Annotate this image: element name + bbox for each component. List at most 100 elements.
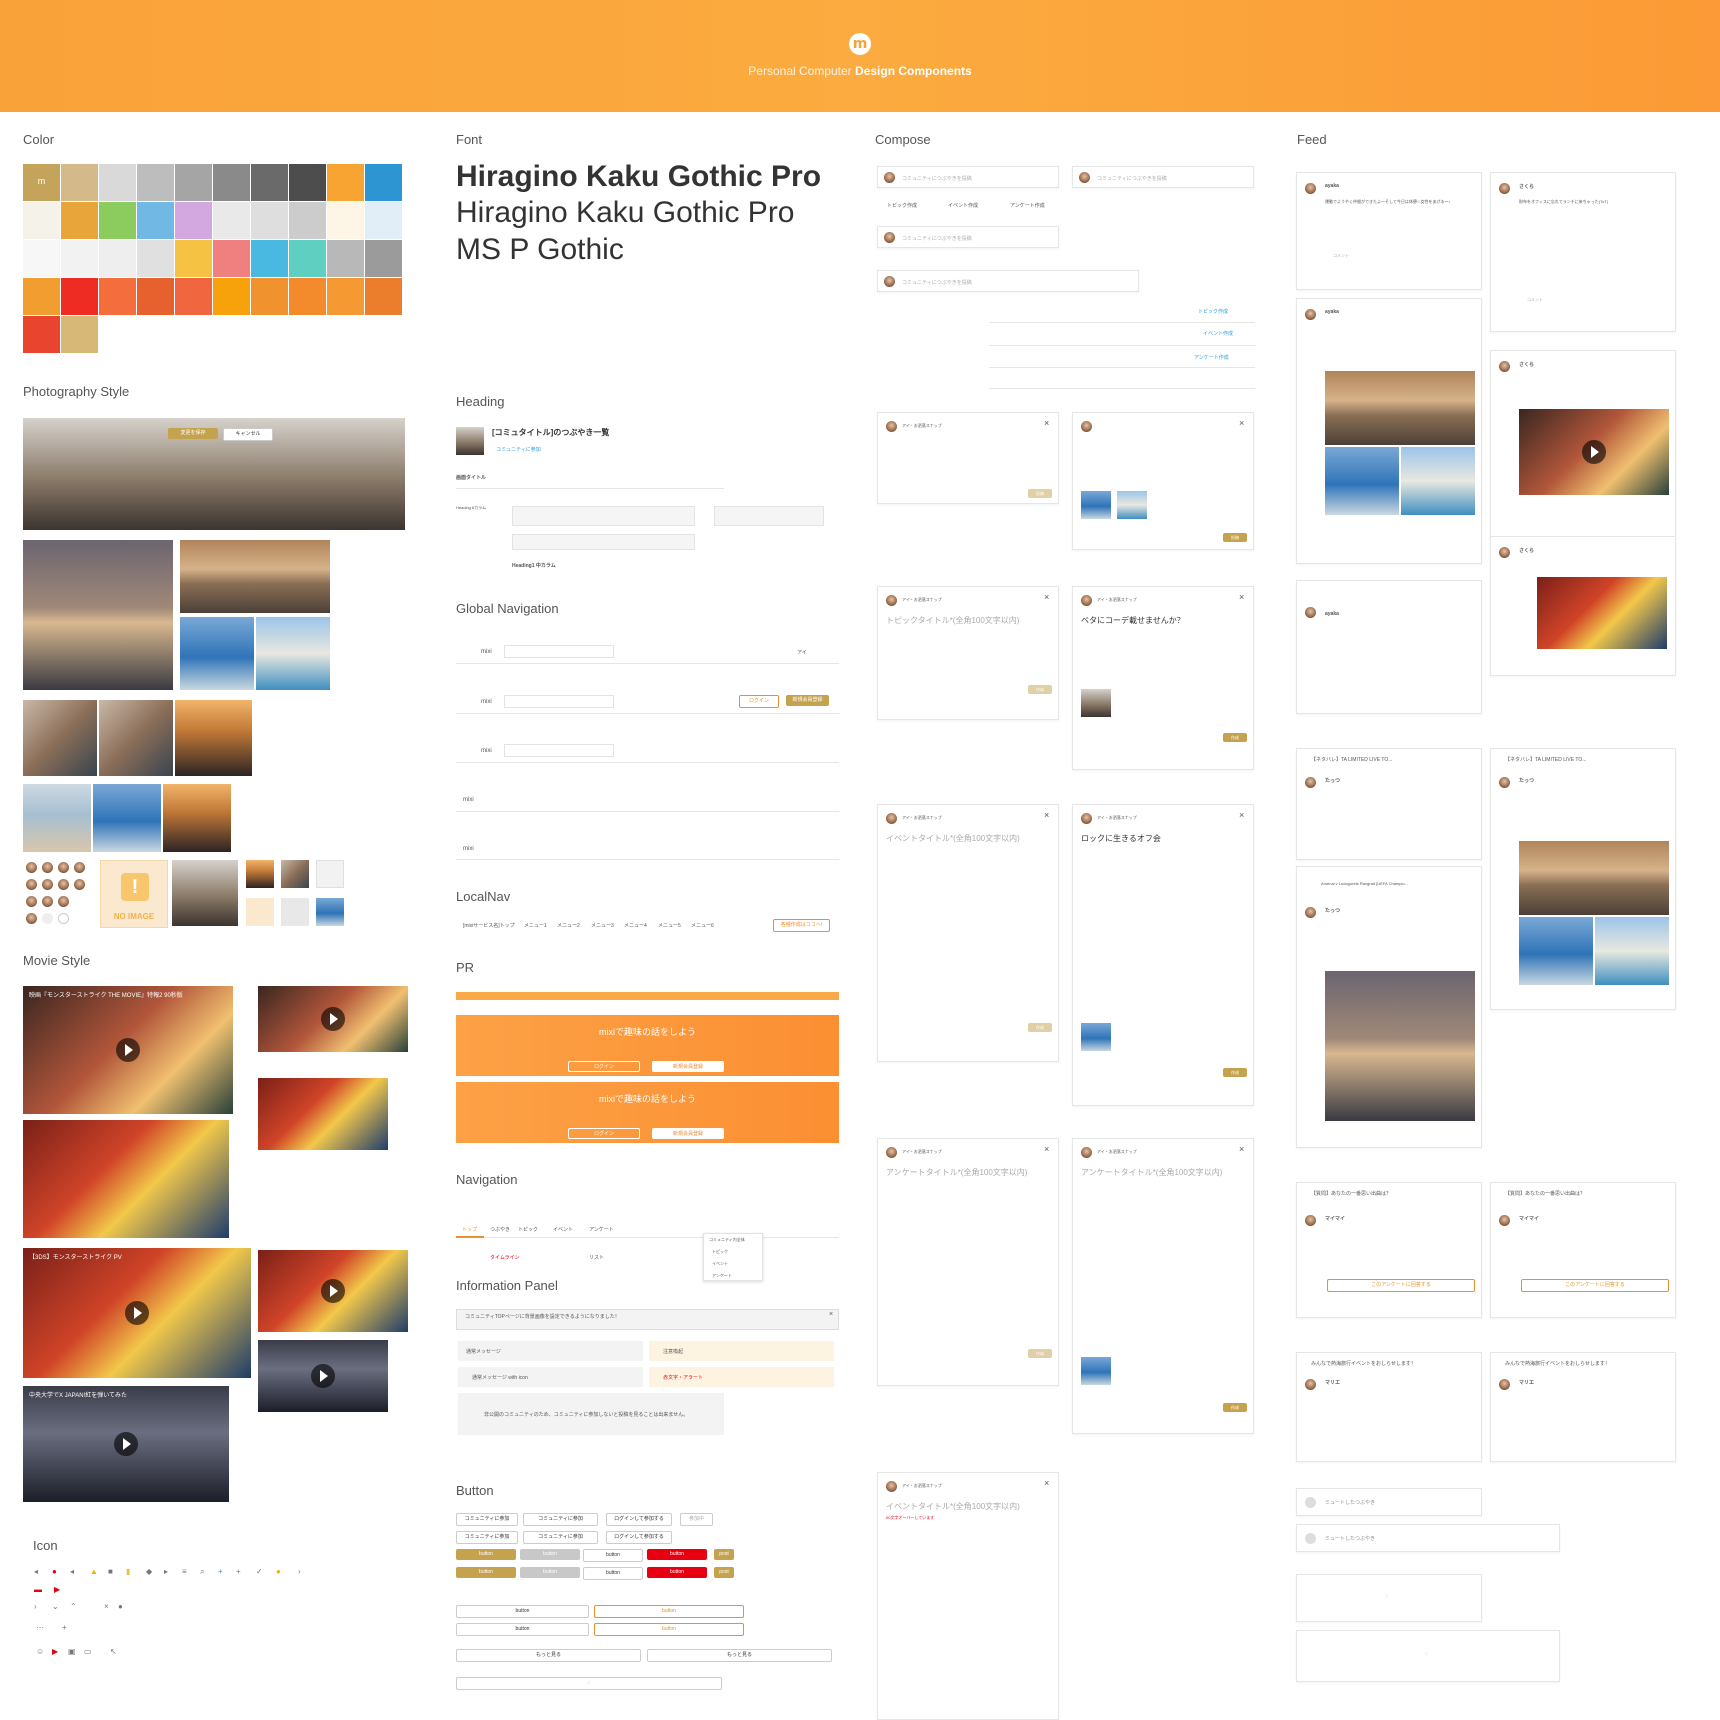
post-author[interactable]: マイマイ xyxy=(1519,1215,1539,1222)
join-community-button[interactable]: コミュニティに参加 xyxy=(456,1531,518,1544)
post-button[interactable]: 投稿 xyxy=(1223,533,1247,542)
event-title-placeholder[interactable]: イベントタイトル*(全角100文字以内) xyxy=(886,833,1020,844)
play-icon[interactable] xyxy=(311,1364,335,1388)
create-topic-link[interactable]: トピック作成 xyxy=(887,202,917,209)
post-author[interactable]: ayaka xyxy=(1325,611,1339,617)
nav-tab-event[interactable]: イベント xyxy=(553,1226,573,1233)
close-icon[interactable]: × xyxy=(1044,592,1049,602)
post-author[interactable]: たっつ xyxy=(1325,777,1340,784)
compose-input[interactable]: コミュニティにつぶやきを投稿 xyxy=(877,270,1139,292)
close-icon[interactable]: × xyxy=(1239,592,1244,602)
post-photo[interactable] xyxy=(1519,841,1669,915)
play-icon[interactable] xyxy=(321,1279,345,1303)
post-author[interactable]: マイマイ xyxy=(1325,1215,1345,1222)
primary-button[interactable]: button xyxy=(456,1567,516,1578)
post-video[interactable] xyxy=(1519,409,1669,495)
pr-register-button[interactable]: 新規会員登録 xyxy=(652,1061,724,1072)
join-community-button[interactable]: コミュニティに参加 xyxy=(523,1531,598,1544)
default-button[interactable]: button xyxy=(583,1567,643,1580)
local-nav-item[interactable]: メニュー3 xyxy=(591,922,614,929)
announcement-title[interactable]: みんなで熱海旅行イベントをおしらせします！ xyxy=(1505,1360,1610,1367)
create-button[interactable]: 作成 xyxy=(1223,733,1247,742)
close-icon[interactable]: × xyxy=(1044,418,1049,428)
compose-input[interactable]: コミュニティにつぶやきを投稿 xyxy=(1072,166,1254,188)
create-button[interactable]: 作成 xyxy=(1223,1403,1247,1412)
create-button[interactable]: 作成 xyxy=(1028,1023,1052,1032)
joined-button[interactable]: 参加中 xyxy=(680,1513,713,1526)
nav-tab-top[interactable]: トップ xyxy=(462,1226,477,1233)
answer-survey-button[interactable]: このアンケートに回答する xyxy=(1521,1279,1669,1292)
event-title[interactable]: Arsenal v Ludogorets Razgrad [UEFA Champ… xyxy=(1321,881,1408,886)
join-community-link[interactable]: コミュニティに参加 xyxy=(496,446,541,453)
close-icon[interactable]: × xyxy=(1239,810,1244,820)
local-nav-item[interactable]: メニュー5 xyxy=(658,922,681,929)
announcement-title[interactable]: みんなで熱海旅行イベントをおしらせします！ xyxy=(1311,1360,1416,1367)
create-event-link[interactable]: イベント作成 xyxy=(1203,330,1233,337)
post-button[interactable]: 投稿 xyxy=(1028,489,1052,498)
close-icon[interactable]: × xyxy=(1239,418,1244,428)
list-tab[interactable]: リスト xyxy=(589,1254,604,1261)
post-photo[interactable] xyxy=(1325,447,1399,515)
wide-button[interactable]: button xyxy=(456,1605,589,1618)
pr-login-button[interactable]: ログイン xyxy=(568,1061,640,1072)
play-icon[interactable] xyxy=(1582,440,1606,464)
search-scope-dropdown[interactable]: コミュニティ内全体 トピック イベント アンケート xyxy=(703,1233,763,1281)
wide-outline-button[interactable]: button xyxy=(594,1623,744,1636)
topic-title-placeholder[interactable]: トピックタイトル*(全角100文字以内) xyxy=(886,615,1019,626)
play-icon[interactable] xyxy=(116,1038,140,1062)
wide-button[interactable]: button xyxy=(456,1623,589,1636)
dropdown-option[interactable]: イベント xyxy=(704,1258,762,1270)
nav-brand[interactable]: mixi xyxy=(481,699,492,705)
play-icon[interactable] xyxy=(321,1007,345,1031)
post-author[interactable]: たっつ xyxy=(1325,907,1340,914)
topic-title[interactable]: ベタにコーデ載せませんか？ xyxy=(1081,615,1185,626)
nav-tab-survey[interactable]: アンケート xyxy=(589,1226,614,1233)
play-icon[interactable] xyxy=(125,1301,149,1325)
join-community-button[interactable]: コミュニティに参加 xyxy=(523,1513,598,1526)
survey-title-placeholder[interactable]: アンケートタイトル*(全角100文字以内) xyxy=(1081,1167,1222,1178)
nav-brand[interactable]: mixi xyxy=(463,797,474,803)
close-icon[interactable]: × xyxy=(1044,1478,1049,1488)
close-icon[interactable]: × xyxy=(1044,1144,1049,1154)
nav-search-input[interactable] xyxy=(504,695,614,708)
loading-button[interactable]: ◌ xyxy=(456,1677,722,1690)
secondary-button[interactable]: button xyxy=(520,1567,580,1578)
join-community-button[interactable]: コミュニティに参加 xyxy=(456,1513,518,1526)
dropdown-option[interactable]: トピック xyxy=(704,1246,762,1258)
login-join-button[interactable]: ログインして参加する xyxy=(606,1531,672,1544)
dropdown-option[interactable]: コミュニティ内全体 xyxy=(704,1234,762,1246)
compose-input[interactable]: コミュニティにつぶやきを投稿 xyxy=(877,166,1059,188)
video-thumbnail[interactable]: 【3DS】モンスターストライク PV xyxy=(23,1248,251,1378)
compose-input[interactable]: コミュニティにつぶやきを投稿 xyxy=(877,226,1059,248)
post-author[interactable]: ayaka xyxy=(1325,183,1339,189)
create-event-link[interactable]: イベント作成 xyxy=(948,202,978,209)
primary-button[interactable]: button xyxy=(456,1549,516,1560)
nav-brand[interactable]: mixi xyxy=(463,846,474,852)
nav-brand[interactable]: mixi xyxy=(481,649,492,655)
login-join-button[interactable]: ログインして参加する xyxy=(606,1513,672,1526)
local-nav-item[interactable]: [mixiサービス名]トップ xyxy=(463,922,515,929)
comment-input[interactable]: コメント xyxy=(1527,297,1543,303)
post-author[interactable]: たっつ xyxy=(1519,777,1534,784)
video-thumbnail[interactable] xyxy=(258,1078,388,1150)
survey-title-placeholder[interactable]: アンケートタイトル*(全角100文字以内) xyxy=(886,1167,1027,1178)
video-thumbnail[interactable]: 映画『モンスターストライク THE MOVIE』特報2 90秒版 xyxy=(23,986,233,1114)
survey-title[interactable]: 【質問】あなたの一番思い出曲は？ xyxy=(1505,1190,1585,1197)
post-photo[interactable] xyxy=(1537,577,1667,649)
comment-input[interactable]: コメント xyxy=(1333,253,1349,259)
answer-survey-button[interactable]: このアンケートに回答する xyxy=(1327,1279,1475,1292)
more-button[interactable]: もっと見る xyxy=(456,1649,641,1662)
post-author[interactable]: マリエ xyxy=(1325,1379,1340,1386)
close-icon[interactable]: × xyxy=(1239,1144,1244,1154)
event-title-placeholder[interactable]: イベントタイトル*(全角100文字以内) xyxy=(886,1501,1020,1512)
post-button[interactable]: post xyxy=(714,1549,734,1560)
danger-button[interactable]: button xyxy=(647,1567,707,1578)
register-button[interactable]: 新規会員登録 xyxy=(786,695,829,706)
pr-register-button[interactable]: 新規会員登録 xyxy=(652,1128,724,1139)
post-button[interactable]: post xyxy=(714,1567,734,1578)
post-author[interactable]: ayaka xyxy=(1325,309,1339,315)
post-author[interactable]: さくら xyxy=(1519,183,1534,190)
close-icon[interactable]: × xyxy=(1044,810,1049,820)
topic-title[interactable]: 【ネタバレ】TA LIMITED LIVE TO... xyxy=(1505,756,1586,763)
default-button[interactable]: button xyxy=(583,1549,643,1562)
